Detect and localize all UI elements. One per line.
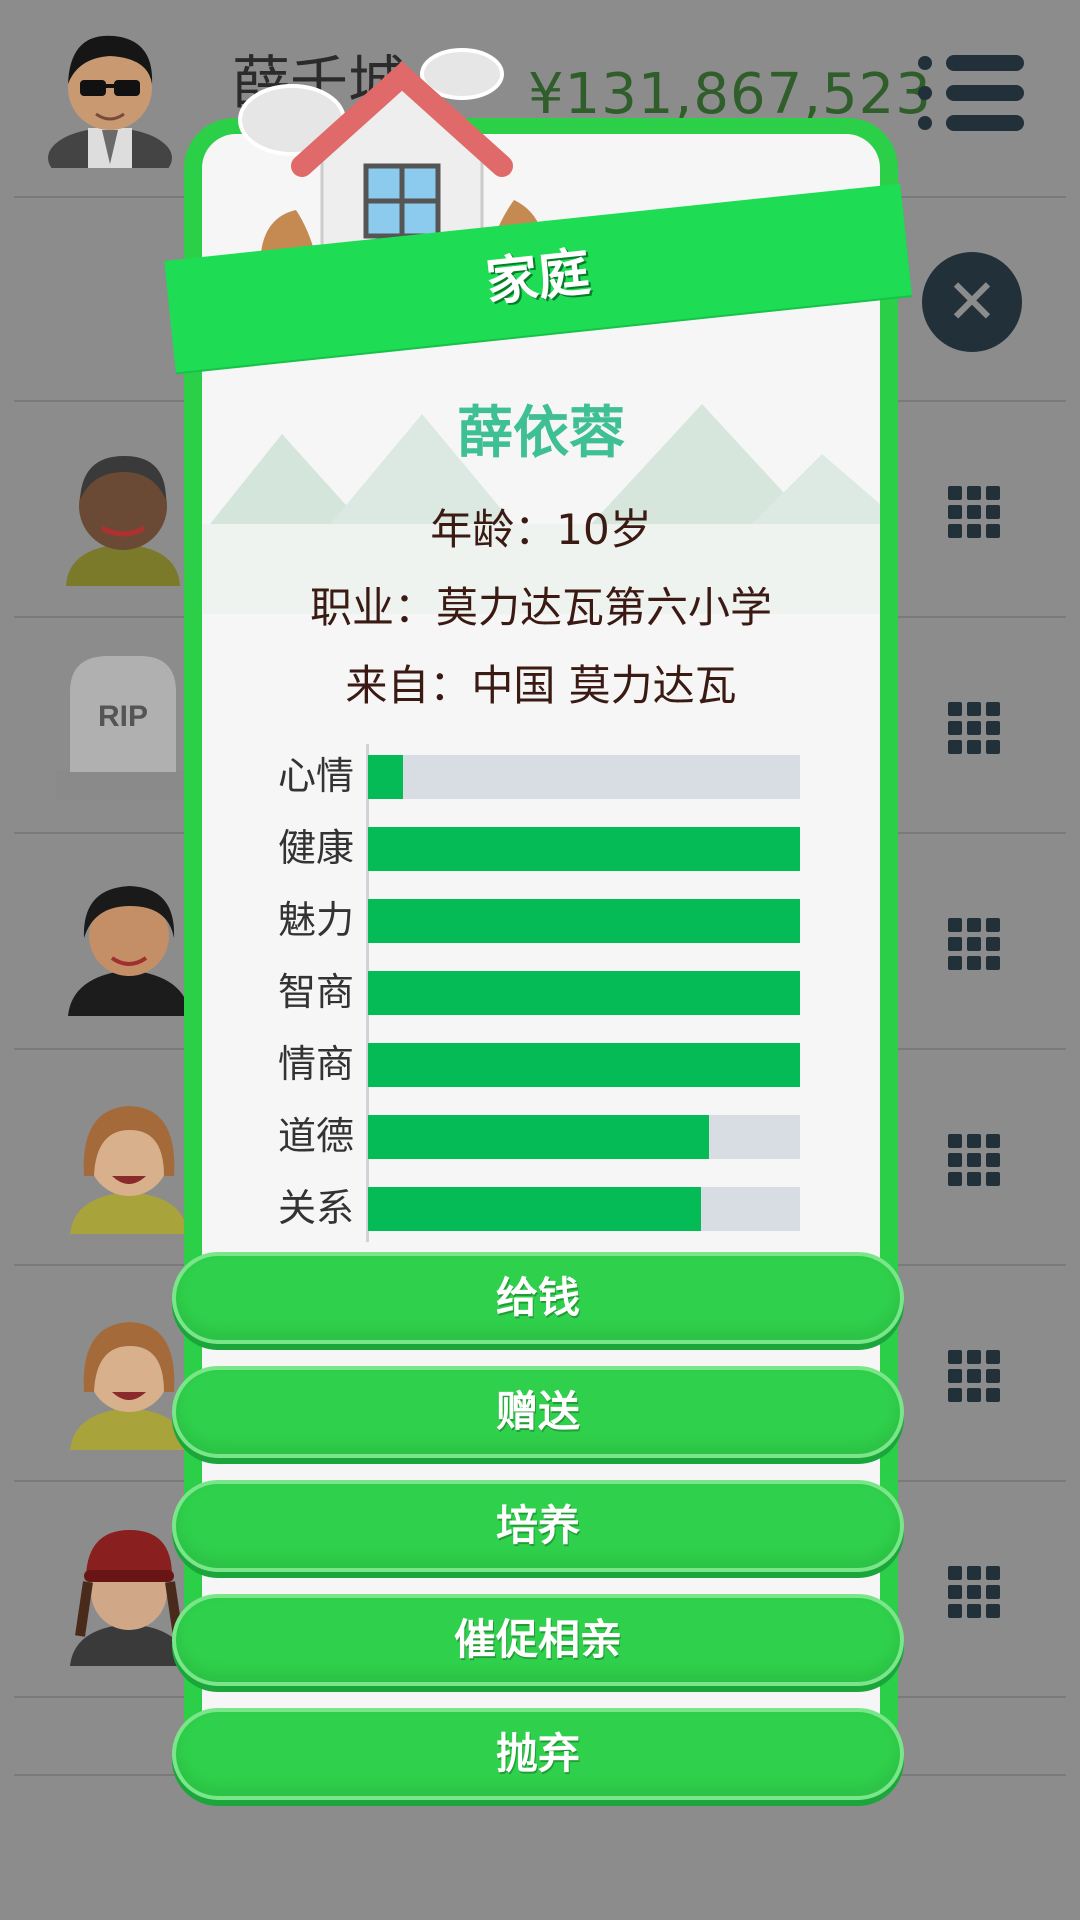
stat-bar-track [368, 899, 800, 943]
family-avatar [68, 886, 190, 1016]
give-money-button[interactable]: 给钱 [172, 1252, 904, 1344]
family-avatar [70, 1106, 188, 1234]
stat-label: 魅力 [277, 898, 354, 942]
player-avatar [48, 35, 172, 168]
stat-label: 关系 [277, 1186, 354, 1230]
grid-dots-icon[interactable] [948, 1566, 1000, 1618]
job-value: 莫力达瓦第六小学 [436, 583, 773, 632]
stat-bar-fill [368, 899, 800, 943]
origin-label: 来自： [345, 661, 472, 710]
member-age: 年龄：10岁 [202, 496, 880, 557]
member-name: 薛依蓉 [457, 401, 625, 466]
job-label: 职业： [309, 583, 436, 632]
gravestone-avatar: RIP [56, 656, 196, 800]
grid-dots-icon[interactable] [948, 702, 1000, 754]
gift-button[interactable]: 赠送 [172, 1366, 904, 1458]
grid-dots-icon[interactable] [948, 918, 1000, 970]
stat-bar-track [368, 827, 800, 871]
family-avatar [66, 456, 180, 586]
stat-eq: 情商 [254, 1041, 814, 1087]
grid-dots-icon[interactable] [948, 1134, 1000, 1186]
grid-dots-icon[interactable] [948, 1350, 1000, 1402]
stat-label: 健康 [277, 826, 354, 870]
stat-bar-fill [368, 827, 800, 871]
abandon-button[interactable]: 抛弃 [172, 1708, 904, 1800]
stat-health: 健康 [254, 825, 814, 871]
stat-bar-fill [368, 971, 800, 1015]
stat-bar-track [368, 1043, 800, 1087]
stat-label: 道德 [277, 1114, 354, 1158]
stat-bar-track [368, 1115, 800, 1159]
close-icon[interactable]: ✕ [922, 252, 1022, 352]
stat-bar-fill [368, 1115, 710, 1159]
stat-bar-fill [368, 1187, 701, 1231]
age-value: 10岁 [556, 505, 652, 554]
urge-blind-date-button[interactable]: 催促相亲 [172, 1594, 904, 1686]
origin-value: 中国 莫力达瓦 [471, 661, 737, 710]
stat-bar-track [368, 755, 800, 799]
grid-dots-icon[interactable] [948, 486, 1000, 538]
stat-label: 情商 [277, 1042, 354, 1086]
stat-iq: 智商 [254, 969, 814, 1015]
stat-bar-track [368, 1187, 800, 1231]
stat-relationship: 关系 [254, 1185, 814, 1231]
age-label: 年龄： [430, 505, 557, 554]
stat-label: 智商 [277, 970, 354, 1014]
member-origin: 来自：中国 莫力达瓦 [202, 652, 880, 713]
stat-bar-fill [368, 1043, 800, 1087]
svg-text:RIP: RIP [98, 700, 148, 733]
stat-bar-track [368, 971, 800, 1015]
hamburger-menu-icon[interactable] [918, 54, 1028, 134]
stat-bar-fill [368, 755, 403, 799]
nurture-button[interactable]: 培养 [172, 1480, 904, 1572]
stat-label: 心情 [277, 754, 354, 798]
stat-mood: 心情 [254, 753, 814, 799]
stat-charm: 魅力 [254, 897, 814, 943]
member-job: 职业：莫力达瓦第六小学 [202, 574, 880, 635]
stat-morality: 道德 [254, 1113, 814, 1159]
